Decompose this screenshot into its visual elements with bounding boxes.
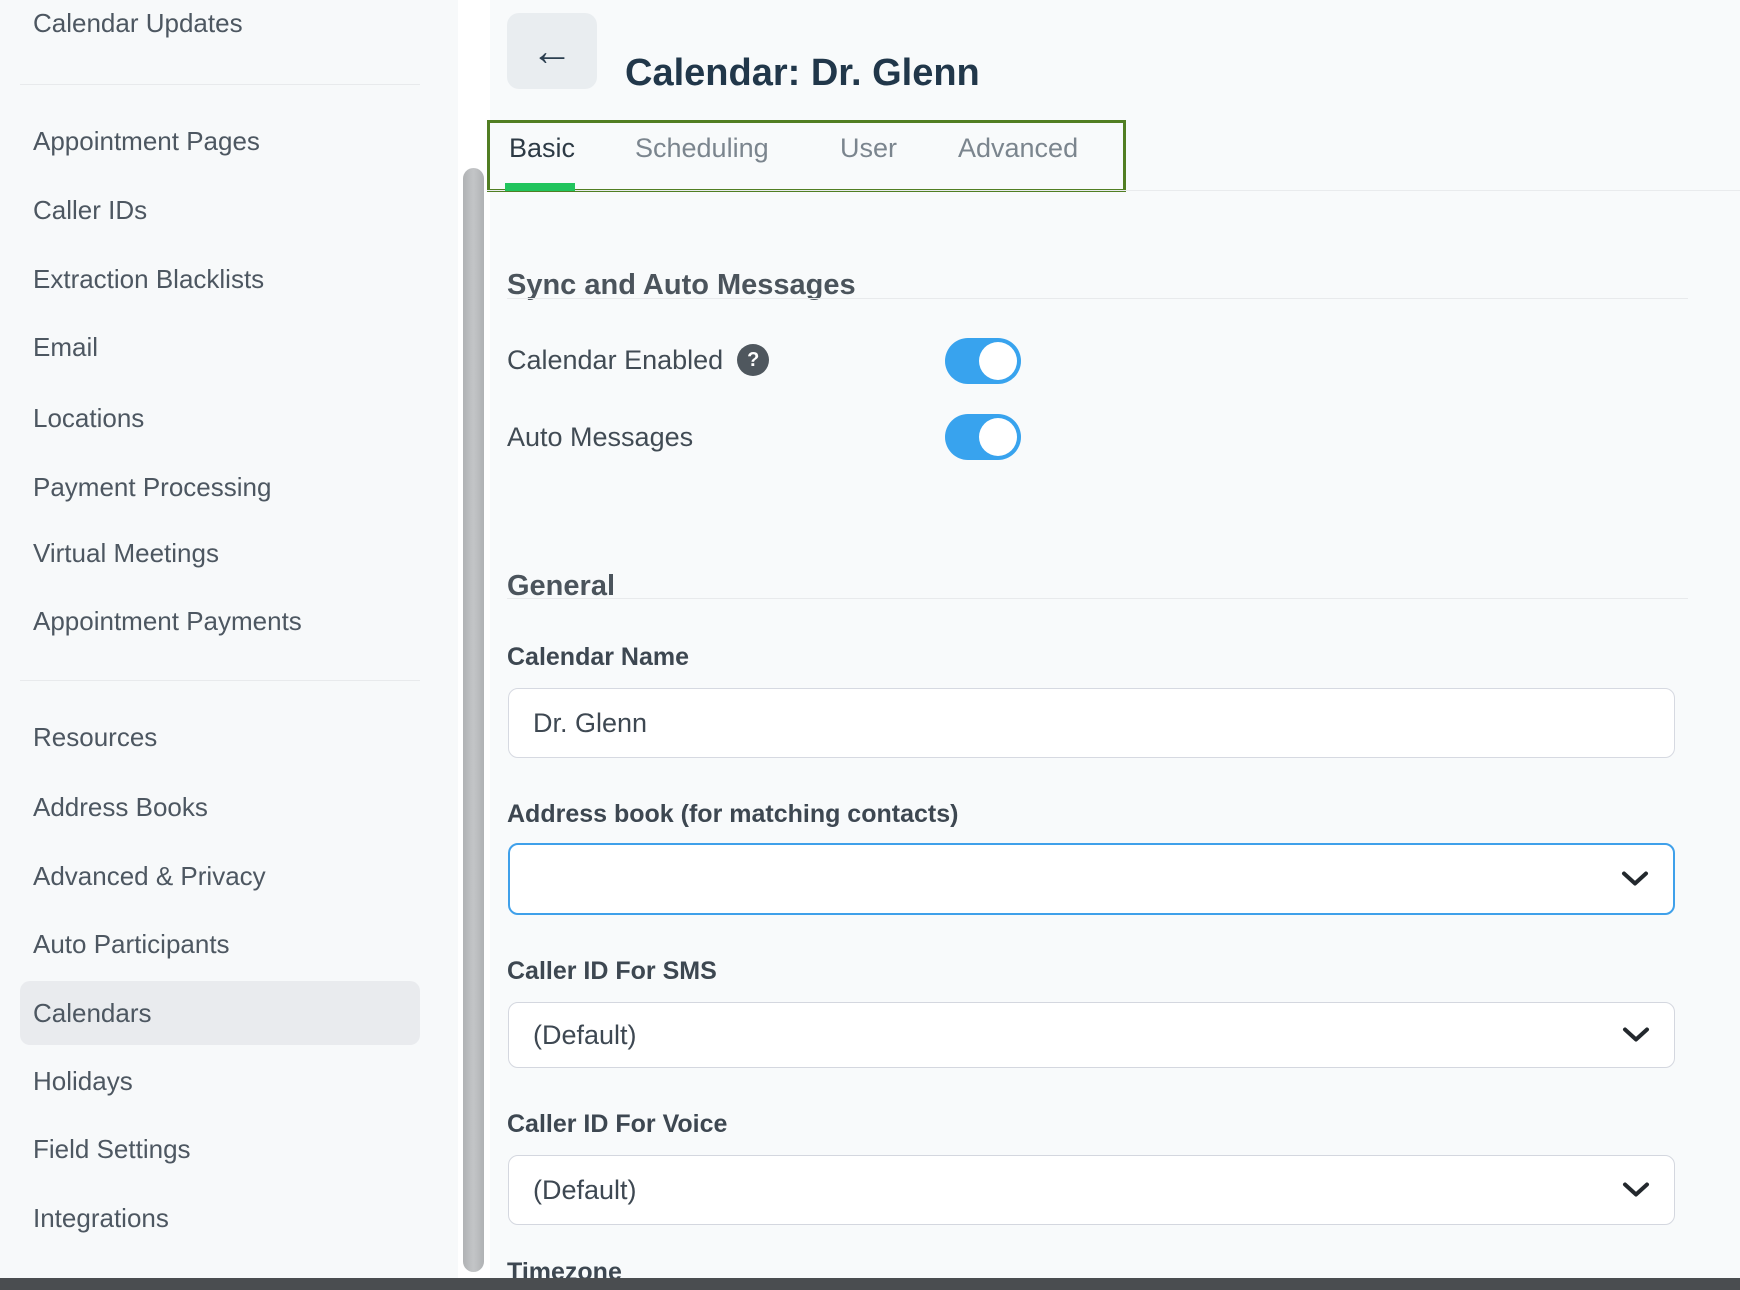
active-tab-indicator: [505, 183, 575, 191]
caller-id-voice-select-value: (Default): [533, 1175, 637, 1206]
sidebar-item-address-books[interactable]: Address Books: [20, 775, 420, 839]
section-divider: [507, 298, 1688, 299]
sidebar-item-extraction-blacklists[interactable]: Extraction Blacklists: [20, 247, 420, 311]
auto-messages-toggle[interactable]: [945, 414, 1021, 460]
sidebar-item-resources[interactable]: Resources: [20, 705, 420, 769]
sidebar-item-payment-processing[interactable]: Payment Processing: [20, 455, 420, 519]
sidebar-item-holidays[interactable]: Holidays: [20, 1049, 420, 1113]
tab-basic[interactable]: Basic: [509, 132, 575, 164]
sidebar-divider: [20, 680, 420, 681]
sidebar-item-caller-ids[interactable]: Caller IDs: [20, 178, 420, 242]
sidebar-item-calendar-updates[interactable]: Calendar Updates: [20, 0, 420, 55]
sidebar-item-integrations[interactable]: Integrations: [20, 1186, 420, 1250]
toggle-knob: [979, 418, 1017, 456]
back-arrow-icon: ←: [531, 27, 573, 75]
scrollbar-thumb[interactable]: [463, 168, 484, 1272]
auto-messages-label: Auto Messages: [507, 422, 693, 453]
chevron-down-icon: [1622, 1027, 1650, 1044]
toggle-knob: [979, 342, 1017, 380]
caller-id-sms-select[interactable]: (Default): [508, 1002, 1675, 1068]
help-icon[interactable]: ?: [737, 344, 769, 376]
settings-sidebar: Calendar Updates Appointment Pages Calle…: [0, 0, 459, 1278]
tab-scheduling[interactable]: Scheduling: [635, 132, 769, 164]
address-book-label: Address book (for matching contacts): [507, 800, 958, 829]
sidebar-item-field-settings[interactable]: Field Settings: [20, 1117, 420, 1181]
caller-id-voice-select[interactable]: (Default): [508, 1155, 1675, 1225]
sidebar-item-email[interactable]: Email: [20, 315, 420, 379]
calendar-enabled-toggle[interactable]: [945, 338, 1021, 384]
address-book-select[interactable]: [508, 843, 1675, 915]
calendar-name-label: Calendar Name: [507, 643, 689, 672]
caller-id-sms-label: Caller ID For SMS: [507, 957, 717, 986]
calendar-settings-screen: Calendar Updates Appointment Pages Calle…: [0, 0, 1740, 1290]
calendar-enabled-label-text: Calendar Enabled: [507, 345, 723, 376]
caller-id-voice-label: Caller ID For Voice: [507, 1110, 727, 1139]
tabbar-bottom-border: [487, 190, 1740, 191]
sidebar-divider: [20, 84, 420, 85]
sidebar-item-advanced-privacy[interactable]: Advanced & Privacy: [20, 844, 420, 908]
sidebar-item-appointment-pages[interactable]: Appointment Pages: [20, 109, 420, 173]
auto-messages-label-text: Auto Messages: [507, 422, 693, 453]
tab-user[interactable]: User: [840, 132, 897, 164]
window-bottom-edge: [0, 1278, 1740, 1290]
back-button[interactable]: ←: [507, 13, 597, 89]
caller-id-sms-select-value: (Default): [533, 1020, 637, 1051]
sidebar-item-virtual-meetings[interactable]: Virtual Meetings: [20, 521, 420, 585]
sidebar-item-locations[interactable]: Locations: [20, 386, 420, 450]
calendar-enabled-label: Calendar Enabled ?: [507, 344, 769, 376]
chevron-down-icon: [1621, 871, 1649, 888]
sidebar-item-appointment-payments[interactable]: Appointment Payments: [20, 589, 420, 653]
sidebar-item-calendars[interactable]: Calendars: [20, 981, 420, 1045]
section-divider: [507, 598, 1688, 599]
sidebar-item-auto-participants[interactable]: Auto Participants: [20, 912, 420, 976]
calendar-name-input[interactable]: [508, 688, 1675, 758]
chevron-down-icon: [1622, 1182, 1650, 1199]
tab-advanced[interactable]: Advanced: [958, 132, 1078, 164]
page-title: Calendar: Dr. Glenn: [625, 52, 980, 95]
